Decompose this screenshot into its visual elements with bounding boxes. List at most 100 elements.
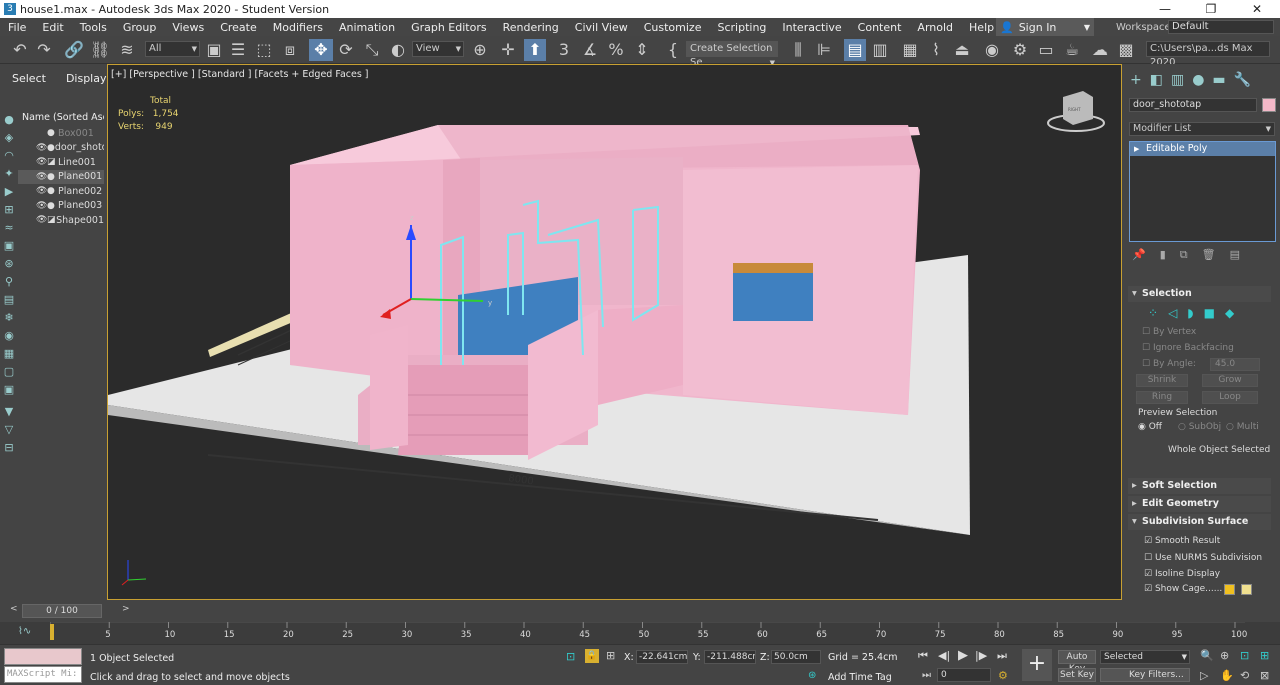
cage-selection-color-swatch[interactable] (1241, 584, 1252, 595)
menu-animation[interactable]: Animation (331, 21, 403, 34)
menu-scripting[interactable]: Scripting (709, 21, 774, 34)
display-none-icon[interactable]: ● (1, 112, 17, 128)
perspective-viewport[interactable]: 8000 z y RIGHT [+] [Perspective] [Stand… (107, 64, 1122, 600)
explorer-header[interactable]: Name (Sorted Ascending) (18, 110, 104, 126)
make-unique-icon[interactable]: ⧉ (1180, 248, 1188, 262)
freeze-icon[interactable]: ◪ (47, 215, 56, 225)
curve-editor-mini-icon[interactable]: ⌇∿ (18, 626, 31, 637)
list-item[interactable]: 👁 ● Plane002 (18, 184, 104, 199)
redo-icon[interactable]: ↷ (34, 39, 54, 61)
track-bar[interactable]: ⌇∿ 5 10 15 20 25 30 35 40 45 50 55 60 65 70 75 80 85 90 95… (0, 622, 1280, 644)
modifier-list-dropdown[interactable]: Modifier List ▼ (1129, 122, 1275, 136)
display-lights-icon[interactable]: ✦ (1, 166, 17, 182)
y-coordinate-field[interactable]: -211.488cr (704, 650, 756, 664)
time-next-icon[interactable]: > (122, 604, 130, 614)
vertex-icon[interactable]: ⁘ (1148, 306, 1158, 320)
zoom-extents-icon[interactable]: ⊡ (1240, 649, 1249, 662)
key-filters-button[interactable]: Key Filters... (1100, 668, 1190, 682)
menu-create[interactable]: Create (212, 21, 265, 34)
border-icon[interactable]: ◗ (1187, 306, 1193, 320)
menu-customize[interactable]: Customize (636, 21, 710, 34)
angle-spinner[interactable]: 45.0 (1210, 358, 1260, 371)
link-icon[interactable]: 🔗 (64, 39, 84, 61)
list-item[interactable]: 👁 ◪ Line001 (18, 155, 104, 170)
menu-rendering[interactable]: Rendering (495, 21, 567, 34)
visibility-icon[interactable]: 👁 (36, 172, 47, 182)
create-tab-icon[interactable]: + (1130, 72, 1142, 88)
curve-editor-icon[interactable]: ⌇ (926, 39, 946, 61)
by-angle-checkbox[interactable]: ☐ By Angle: (1142, 359, 1196, 369)
app-icon[interactable]: 3 (4, 3, 16, 15)
menu-graph-editors[interactable]: Graph Editors (403, 21, 495, 34)
rollout-edit-geometry[interactable]: Edit Geometry (1128, 496, 1271, 512)
orbit-icon[interactable]: ⟲ (1240, 669, 1249, 682)
loop-button[interactable]: Loop (1202, 391, 1258, 404)
close-button[interactable]: ✕ (1234, 2, 1280, 16)
menu-edit[interactable]: Edit (34, 21, 71, 34)
use-nurms-checkbox[interactable]: ☐ Use NURMS Subdivision (1144, 553, 1262, 563)
selection-filter-dropdown[interactable]: All ▼ (145, 41, 200, 57)
cage-color-swatch[interactable] (1224, 584, 1235, 595)
motion-tab-icon[interactable]: ● (1192, 72, 1204, 88)
display-geometry-icon[interactable]: ◈ (1, 130, 17, 146)
set-keys-icon[interactable]: + (1022, 649, 1052, 681)
list-item[interactable]: ● Box001 (18, 126, 104, 141)
key-mode-dropdown[interactable]: Selected ▼ (1100, 650, 1190, 664)
toggle-scene-explorer-icon[interactable]: ▤ (844, 39, 866, 61)
absolute-mode-icon[interactable]: ⊞ (606, 649, 615, 662)
workspaces-dropdown[interactable]: Default (1168, 20, 1274, 34)
select-object-icon[interactable]: ▣ (204, 39, 224, 61)
maxscript-input[interactable]: MAXScript Mi: (4, 666, 82, 683)
minimize-button[interactable]: — (1142, 2, 1188, 16)
display-all-icon[interactable]: ▦ (1, 346, 17, 362)
display-shapes-icon[interactable]: ◠ (1, 148, 17, 164)
project-folder-icon[interactable]: ▩ (1116, 39, 1136, 61)
menu-modifiers[interactable]: Modifiers (265, 21, 331, 34)
time-slider[interactable]: 0 / 100 (22, 604, 102, 618)
next-frame-icon[interactable]: |▶ (975, 649, 987, 662)
preview-off-radio[interactable]: ◉ Off (1138, 422, 1162, 432)
add-time-tag-button[interactable]: Add Time Tag (828, 672, 892, 683)
zoom-all-icon[interactable]: ⊕ (1220, 649, 1229, 662)
freeze-icon[interactable]: ● (47, 201, 58, 211)
align-icon[interactable]: ⊫ (814, 39, 834, 61)
menu-content[interactable]: Content (850, 21, 910, 34)
stack-item-editable-poly[interactable]: Editable Poly (1130, 142, 1275, 156)
object-color-swatch[interactable] (1262, 98, 1276, 112)
time-tag-icon[interactable]: ⊛ (808, 670, 816, 681)
visibility-icon[interactable]: 👁 (36, 157, 47, 167)
grow-button[interactable]: Grow (1202, 374, 1258, 387)
hierarchy-tab-icon[interactable]: ▥ (1171, 72, 1184, 88)
render-production-icon[interactable]: ☕ (1062, 39, 1082, 61)
display-groups-icon[interactable]: ▣ (1, 238, 17, 254)
current-frame-field[interactable]: 0 (937, 668, 991, 682)
freeze-icon[interactable]: ● (47, 172, 58, 182)
render-in-cloud-icon[interactable]: ☁ (1090, 39, 1110, 61)
display-containers-icon[interactable]: ▤ (1, 292, 17, 308)
window-crossing-icon[interactable]: ⧈ (280, 39, 300, 61)
show-end-result-icon[interactable]: ▮ (1160, 248, 1166, 262)
list-item[interactable]: 👁 ● Plane001 (18, 169, 104, 184)
go-to-start-icon[interactable]: ⏮ (918, 649, 928, 663)
display-cameras-icon[interactable]: ▶ (1, 184, 17, 200)
display-helpers-icon[interactable]: ⊞ (1, 202, 17, 218)
field-of-view-icon[interactable]: ▷ (1200, 669, 1208, 682)
remove-modifier-icon[interactable]: 🗑 (1202, 248, 1216, 262)
display-invert-icon[interactable]: ▣ (1, 382, 17, 398)
filter-icon[interactable]: ▼ (1, 404, 17, 420)
render-setup-icon[interactable]: ⚙ (1010, 39, 1030, 61)
configure-sets-icon[interactable]: ▤ (1230, 248, 1240, 262)
list-item[interactable]: 👁 ● Plane003 (18, 199, 104, 214)
x-coordinate-field[interactable]: -22.641cm (636, 650, 688, 664)
lock-cell-icon[interactable]: ⊟ (1, 440, 17, 456)
show-cage-checkbox[interactable]: ☑ Show Cage...... (1144, 584, 1222, 594)
visibility-icon[interactable]: 👁 (36, 215, 47, 225)
unlink-icon[interactable]: ⛓ (90, 39, 110, 61)
rollout-subdivision-surface[interactable]: Subdivision Surface (1128, 514, 1271, 530)
list-item[interactable]: 👁●door_shototap (18, 141, 104, 156)
list-item[interactable]: 👁 ◪ Shape001 (18, 213, 104, 228)
time-prev-icon[interactable]: < (10, 604, 18, 614)
zoom-extents-all-icon[interactable]: ⊞ (1260, 649, 1269, 662)
previous-frame-icon[interactable]: ◀| (938, 649, 950, 662)
time-configuration-icon[interactable]: ⚙ (998, 669, 1008, 682)
